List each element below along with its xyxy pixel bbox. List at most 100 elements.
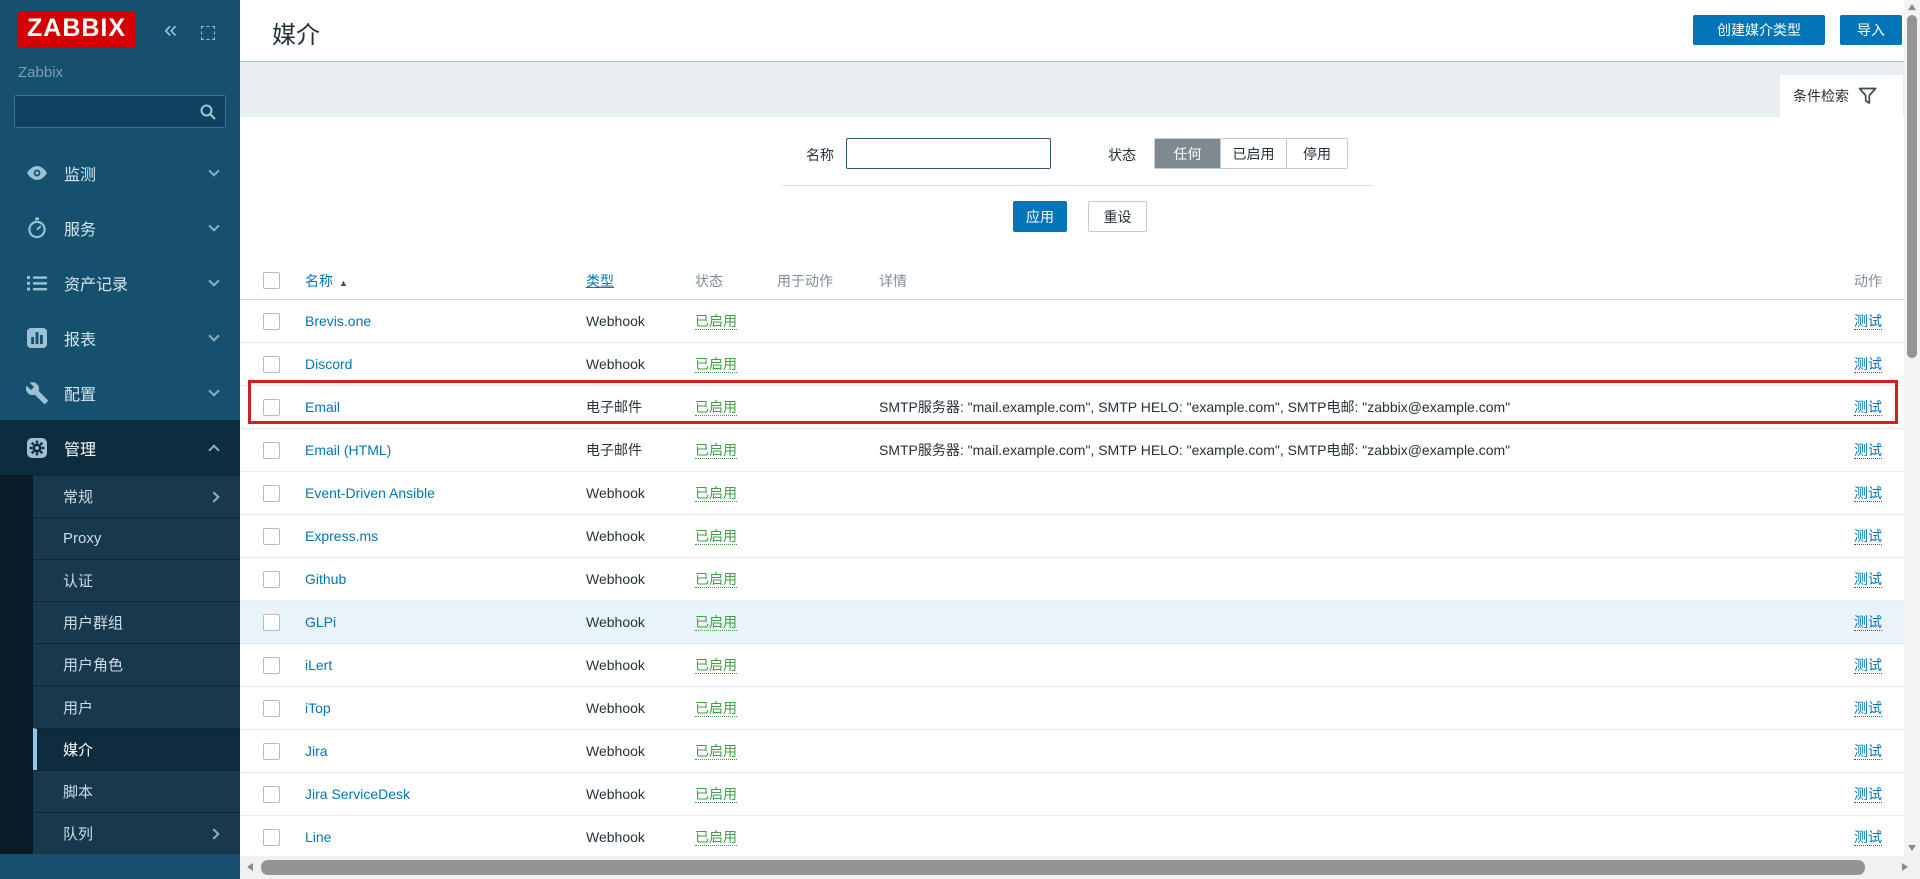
test-link[interactable]: 测试 — [1854, 314, 1882, 330]
submenu-item-proxy[interactable]: Proxy — [33, 517, 240, 559]
vertical-scroll-thumb[interactable] — [1907, 15, 1917, 358]
row-checkbox[interactable] — [263, 485, 280, 502]
row-checkbox[interactable] — [263, 743, 280, 760]
test-link[interactable]: 测试 — [1854, 443, 1882, 459]
apply-button[interactable]: 应用 — [1013, 201, 1067, 232]
test-link[interactable]: 测试 — [1854, 744, 1882, 760]
media-type-name-link[interactable]: iTop — [305, 700, 331, 716]
status-option-disabled[interactable]: 停用 — [1287, 139, 1347, 168]
status-enabled-link[interactable]: 已启用 — [695, 744, 737, 760]
row-checkbox[interactable] — [263, 571, 280, 588]
status-enabled-link[interactable]: 已启用 — [695, 658, 737, 674]
submenu-item-label: 脚本 — [63, 781, 93, 802]
status-enabled-link[interactable]: 已启用 — [695, 443, 737, 459]
select-all-checkbox[interactable] — [263, 272, 280, 289]
submenu-item-general[interactable]: 常规 — [33, 475, 240, 517]
media-type-name-link[interactable]: Discord — [305, 356, 352, 372]
collapse-sidebar-icon[interactable]: « — [164, 18, 177, 42]
submenu-item-scripts[interactable]: 脚本 — [33, 770, 240, 812]
vertical-scrollbar[interactable] — [1904, 0, 1920, 856]
status-enabled-link[interactable]: 已启用 — [695, 486, 737, 502]
status-enabled-link[interactable]: 已启用 — [695, 572, 737, 588]
status-enabled-link[interactable]: 已启用 — [695, 830, 737, 846]
row-checkbox[interactable] — [263, 442, 280, 459]
test-link[interactable]: 测试 — [1854, 529, 1882, 545]
test-link[interactable]: 测试 — [1854, 357, 1882, 373]
sidebar-item-administration[interactable]: 管理 — [0, 420, 240, 475]
status-enabled-link[interactable]: 已启用 — [695, 400, 737, 416]
filter-tab[interactable]: 条件检索 — [1780, 75, 1903, 117]
status-enabled-link[interactable]: 已启用 — [695, 615, 737, 631]
horizontal-scroll-thumb[interactable] — [261, 860, 1865, 875]
test-link[interactable]: 测试 — [1854, 572, 1882, 588]
submenu-item-label: Proxy — [63, 530, 101, 547]
submenu-item-user-roles[interactable]: 用户角色 — [33, 643, 240, 685]
sort-by-name-header[interactable]: 名称 — [305, 273, 333, 289]
media-type-name-link[interactable]: GLPi — [305, 614, 336, 630]
status-enabled-link[interactable]: 已启用 — [695, 787, 737, 803]
status-option-enabled[interactable]: 已启用 — [1221, 139, 1287, 168]
media-type-name-link[interactable]: Email (HTML) — [305, 442, 391, 458]
action-header: 动作 — [1808, 271, 1904, 291]
scroll-down-arrow[interactable] — [1908, 845, 1916, 851]
scroll-up-arrow[interactable] — [1908, 4, 1916, 10]
create-media-type-button[interactable]: 创建媒介类型 — [1693, 15, 1825, 45]
test-link[interactable]: 测试 — [1854, 658, 1882, 674]
submenu-item-user-groups[interactable]: 用户群组 — [33, 601, 240, 643]
status-enabled-link[interactable]: 已启用 — [695, 529, 737, 545]
submenu-item-media-types[interactable]: 媒介 — [33, 728, 240, 770]
row-checkbox[interactable] — [263, 356, 280, 373]
media-type-name-link[interactable]: Line — [305, 829, 331, 845]
media-type-name-link[interactable]: Github — [305, 571, 346, 587]
submenu-item-users[interactable]: 用户 — [33, 685, 240, 727]
test-link[interactable]: 测试 — [1854, 486, 1882, 502]
popout-icon[interactable] — [201, 26, 215, 40]
media-type-name-link[interactable]: Brevis.one — [305, 313, 371, 329]
row-checkbox[interactable] — [263, 786, 280, 803]
sidebar-search[interactable] — [14, 95, 226, 128]
test-link[interactable]: 测试 — [1854, 787, 1882, 803]
row-checkbox[interactable] — [263, 399, 280, 416]
sidebar-item-configuration[interactable]: 配置 — [0, 365, 240, 420]
row-checkbox[interactable] — [263, 528, 280, 545]
row-checkbox[interactable] — [263, 829, 280, 846]
row-checkbox[interactable] — [263, 657, 280, 674]
details-header: 详情 — [879, 271, 1808, 291]
sort-by-type-header[interactable]: 类型 — [586, 273, 614, 289]
filter-divider — [782, 185, 1374, 186]
test-link[interactable]: 测试 — [1854, 830, 1882, 846]
chevron-right-icon — [208, 491, 219, 502]
media-type-name-link[interactable]: Event-Driven Ansible — [305, 485, 435, 501]
media-type-name-link[interactable]: Jira — [305, 743, 328, 759]
media-type-name-link[interactable]: Email — [305, 399, 340, 415]
status-enabled-link[interactable]: 已启用 — [695, 357, 737, 373]
media-type-name-link[interactable]: iLert — [305, 657, 332, 673]
submenu-item-queue[interactable]: 队列 — [33, 812, 240, 854]
scroll-right-arrow[interactable] — [1902, 863, 1908, 871]
reset-button[interactable]: 重设 — [1088, 201, 1147, 232]
row-checkbox[interactable] — [263, 614, 280, 631]
table-row: iLert Webhook 已启用 测试 — [240, 644, 1904, 687]
horizontal-scrollbar[interactable] — [241, 856, 1920, 879]
test-link[interactable]: 测试 — [1854, 400, 1882, 416]
row-checkbox[interactable] — [263, 700, 280, 717]
status-enabled-link[interactable]: 已启用 — [695, 701, 737, 717]
sidebar-item-services[interactable]: 服务 — [0, 200, 240, 255]
search-input[interactable] — [15, 96, 225, 127]
sidebar-item-reports[interactable]: 报表 — [0, 310, 240, 365]
sidebar-item-inventory[interactable]: 资产记录 — [0, 255, 240, 310]
name-filter-input[interactable] — [846, 138, 1051, 169]
test-link[interactable]: 测试 — [1854, 615, 1882, 631]
test-link[interactable]: 测试 — [1854, 701, 1882, 717]
status-option-any[interactable]: 任何 — [1155, 139, 1221, 168]
media-type-name-link[interactable]: Jira ServiceDesk — [305, 786, 410, 802]
scroll-left-arrow[interactable] — [247, 863, 253, 871]
name-filter-label: 名称 — [806, 145, 834, 165]
submenu-item-authentication[interactable]: 认证 — [33, 559, 240, 601]
sidebar-item-monitoring[interactable]: 监测 — [0, 145, 240, 200]
import-button[interactable]: 导入 — [1840, 15, 1902, 45]
media-type-name-link[interactable]: Express.ms — [305, 528, 378, 544]
status-enabled-link[interactable]: 已启用 — [695, 314, 737, 330]
submenu-item-label: 用户 — [63, 697, 93, 718]
row-checkbox[interactable] — [263, 313, 280, 330]
